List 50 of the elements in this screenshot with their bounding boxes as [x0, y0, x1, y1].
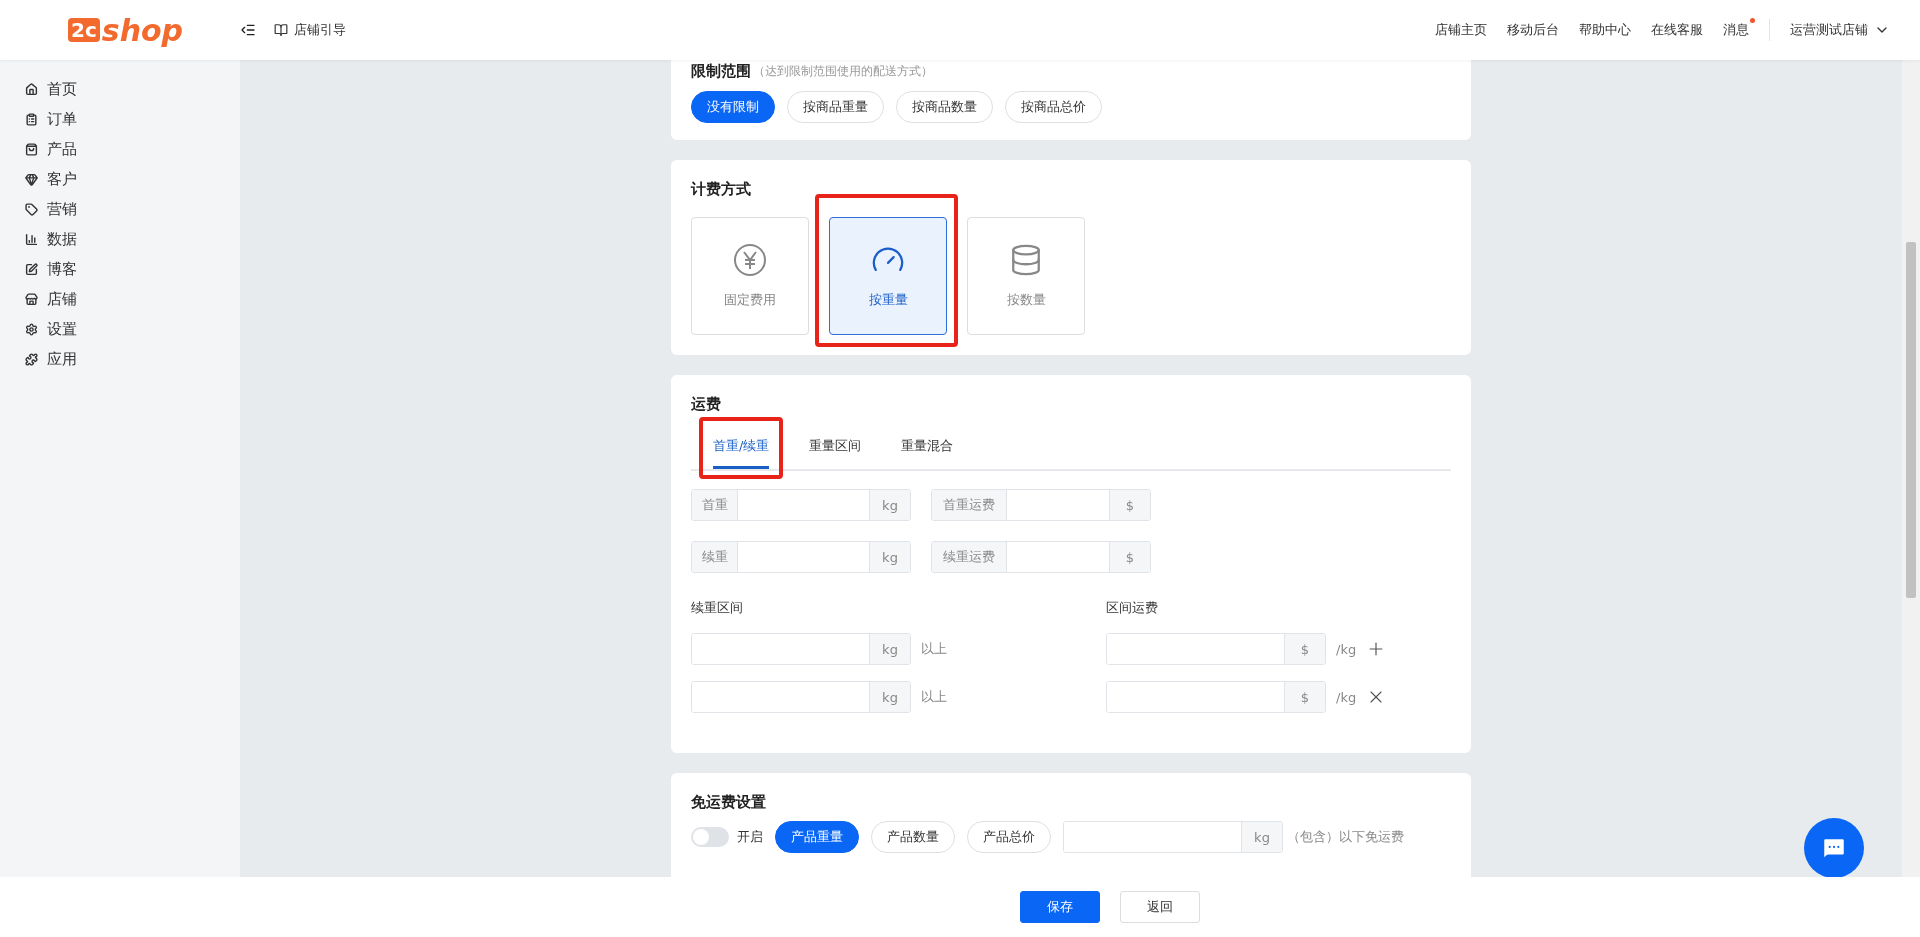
- field-label: 区间运费: [1106, 599, 1159, 617]
- billing-option[interactable]: 固定费用: [691, 217, 809, 335]
- option-pill[interactable]: 按商品总价: [1005, 91, 1102, 123]
- back-button[interactable]: 返回: [1120, 891, 1200, 923]
- field-note: （包含）以下免运费: [1287, 828, 1404, 846]
- tab[interactable]: 重量区间: [809, 425, 862, 469]
- field-label: 续重区间: [691, 599, 744, 617]
- toggle-label: 开启: [737, 828, 763, 846]
- option-pill[interactable]: 产品重量: [775, 821, 859, 853]
- section-hint: （达到限制范围使用的配送方式）: [753, 63, 933, 80]
- billing-option[interactable]: 按重量: [829, 217, 947, 335]
- section-title: 计费方式: [691, 179, 751, 200]
- store-menu[interactable]: 运营测试店铺: [1790, 21, 1890, 39]
- option-pill[interactable]: 按商品重量: [787, 91, 884, 123]
- billing-option[interactable]: 按数量: [967, 217, 1085, 335]
- tab[interactable]: 首重/续重: [713, 425, 770, 469]
- messages-link[interactable]: 消息: [1723, 21, 1749, 39]
- option-pill[interactable]: 没有限制: [691, 91, 775, 123]
- sidebar-item[interactable]: 客户: [25, 164, 240, 194]
- sidebar-item[interactable]: 数据: [25, 224, 240, 254]
- guide-link[interactable]: 店铺引导: [274, 21, 346, 39]
- input-field[interactable]: kg: [691, 633, 911, 665]
- sidebar-item[interactable]: 店铺: [25, 284, 240, 314]
- sidebar-item[interactable]: 设置: [25, 314, 240, 344]
- header-link[interactable]: 店铺主页: [1435, 21, 1487, 39]
- option-pill[interactable]: 产品总价: [967, 821, 1051, 853]
- input-field[interactable]: kg: [691, 681, 911, 713]
- unit-note: 以上: [921, 688, 947, 706]
- sidebar-item[interactable]: 营销: [25, 194, 240, 224]
- sidebar-item[interactable]: 首页: [25, 74, 240, 104]
- sidebar-item[interactable]: 博客: [25, 254, 240, 284]
- section-title: 限制范围: [691, 61, 751, 82]
- header-link[interactable]: 在线客服: [1651, 21, 1703, 39]
- save-button[interactable]: 保存: [1020, 891, 1100, 923]
- section-title: 运费: [691, 394, 721, 415]
- unit-note: /kg: [1336, 641, 1357, 657]
- input-field[interactable]: 续重 kg: [691, 541, 911, 573]
- header-link[interactable]: 移动后台: [1507, 21, 1559, 39]
- option-pill[interactable]: 按商品数量: [896, 91, 993, 123]
- section-title: 免运费设置: [691, 792, 766, 813]
- option-pill[interactable]: 产品数量: [871, 821, 955, 853]
- unit-note: 以上: [921, 640, 947, 658]
- input-field[interactable]: kg: [1063, 821, 1283, 853]
- unit-note: /kg: [1336, 689, 1357, 705]
- tab[interactable]: 重量混合: [901, 425, 954, 469]
- header-link[interactable]: 帮助中心: [1579, 21, 1631, 39]
- input-field[interactable]: 首重 kg: [691, 489, 911, 521]
- sidebar-item[interactable]: 产品: [25, 134, 240, 164]
- sidebar-item[interactable]: 订单: [25, 104, 240, 134]
- sidebar-item[interactable]: 应用: [25, 344, 240, 374]
